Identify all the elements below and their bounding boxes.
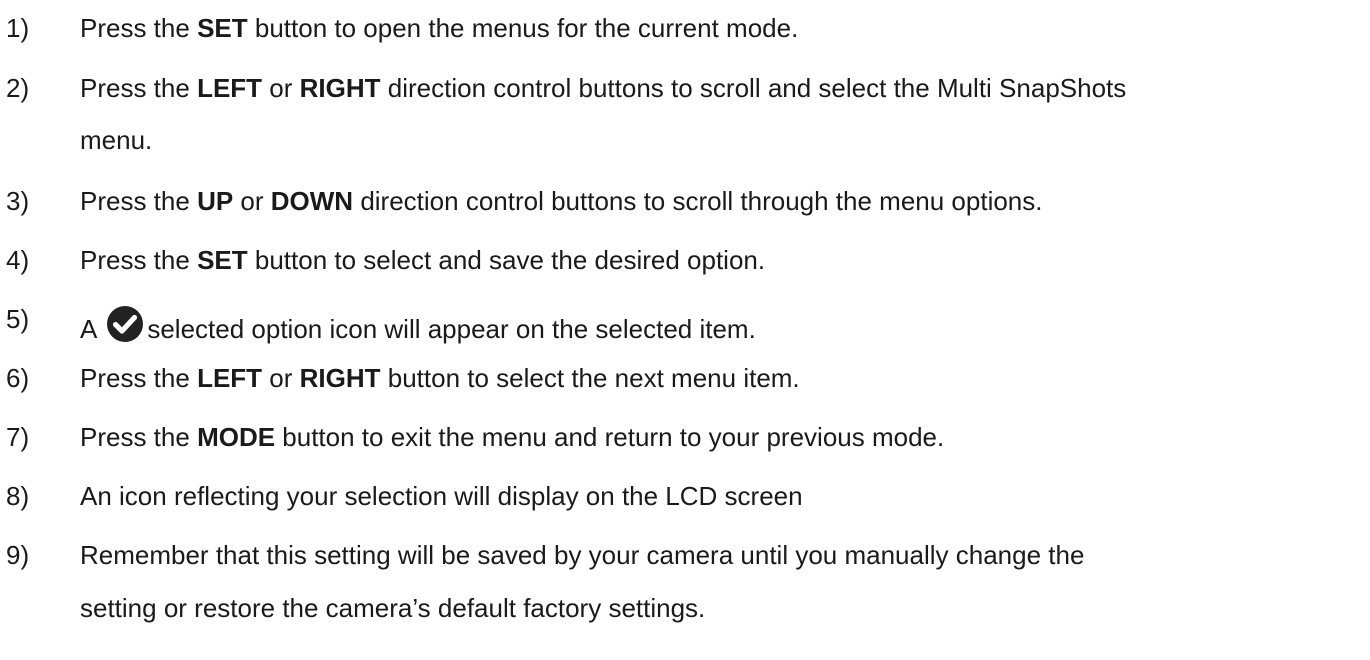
step-text: Press the UP or DOWN direction control b… (80, 186, 1360, 216)
step-text: Press the SET button to select and save … (80, 245, 1360, 275)
text-run: button to open the menus for the current… (247, 13, 799, 43)
step-text: Press the SET button to open the menus f… (80, 13, 1360, 43)
text-run: Press the (80, 186, 198, 216)
step-text: Press the MODE button to exit the menu a… (80, 422, 1360, 452)
button-name: SET (197, 13, 248, 43)
text-run: Press the (80, 73, 198, 103)
step-number: 3) (6, 186, 30, 216)
button-name: LEFT (197, 363, 263, 393)
step-number: 6) (6, 363, 30, 393)
text-run: A (80, 314, 98, 344)
button-name: LEFT (197, 73, 263, 103)
step-number: 4) (6, 245, 30, 275)
step-number: 9) (6, 540, 30, 570)
text-run: Press the (80, 363, 198, 393)
step-text: Press the LEFT or RIGHT direction contro… (80, 73, 1360, 103)
text-run: button to select and save the desired op… (247, 245, 766, 275)
step-number: 1) (6, 13, 30, 43)
step-number: 2) (6, 73, 30, 103)
button-name: UP (197, 186, 234, 216)
button-name: RIGHT (299, 73, 381, 103)
text-run: Press the (80, 245, 198, 275)
button-name: RIGHT (299, 363, 381, 393)
button-name: SET (197, 245, 248, 275)
text-run: or (262, 363, 300, 393)
text-run: selected option icon will appear on the … (147, 314, 756, 344)
step-text: Press the LEFT or RIGHT button to select… (80, 363, 1360, 393)
step-number: 8) (6, 481, 30, 511)
text-run: Press the (80, 422, 198, 452)
step-number: 5) (6, 304, 30, 334)
text-run: button to exit the menu and return to yo… (275, 422, 945, 452)
step-text: Aselected option icon will appear on the… (80, 304, 1360, 344)
step-2-continuation: menu. (80, 125, 153, 155)
button-name: MODE (197, 422, 276, 452)
check-circle-icon (105, 304, 145, 344)
text-run: button to select the next menu item. (380, 363, 800, 393)
text-run: direction control buttons to scroll and … (380, 73, 1127, 103)
step-number: 7) (6, 422, 30, 452)
text-run: or (233, 186, 271, 216)
text-run: or (262, 73, 300, 103)
text-run: Press the (80, 13, 198, 43)
step-text: An icon reflecting your selection will d… (80, 481, 803, 511)
text-run: direction control buttons to scroll thro… (353, 186, 1043, 216)
step-9-continuation: setting or restore the camera’s default … (80, 593, 706, 623)
button-name: DOWN (270, 186, 354, 216)
step-text: Remember that this setting will be saved… (80, 540, 1085, 570)
